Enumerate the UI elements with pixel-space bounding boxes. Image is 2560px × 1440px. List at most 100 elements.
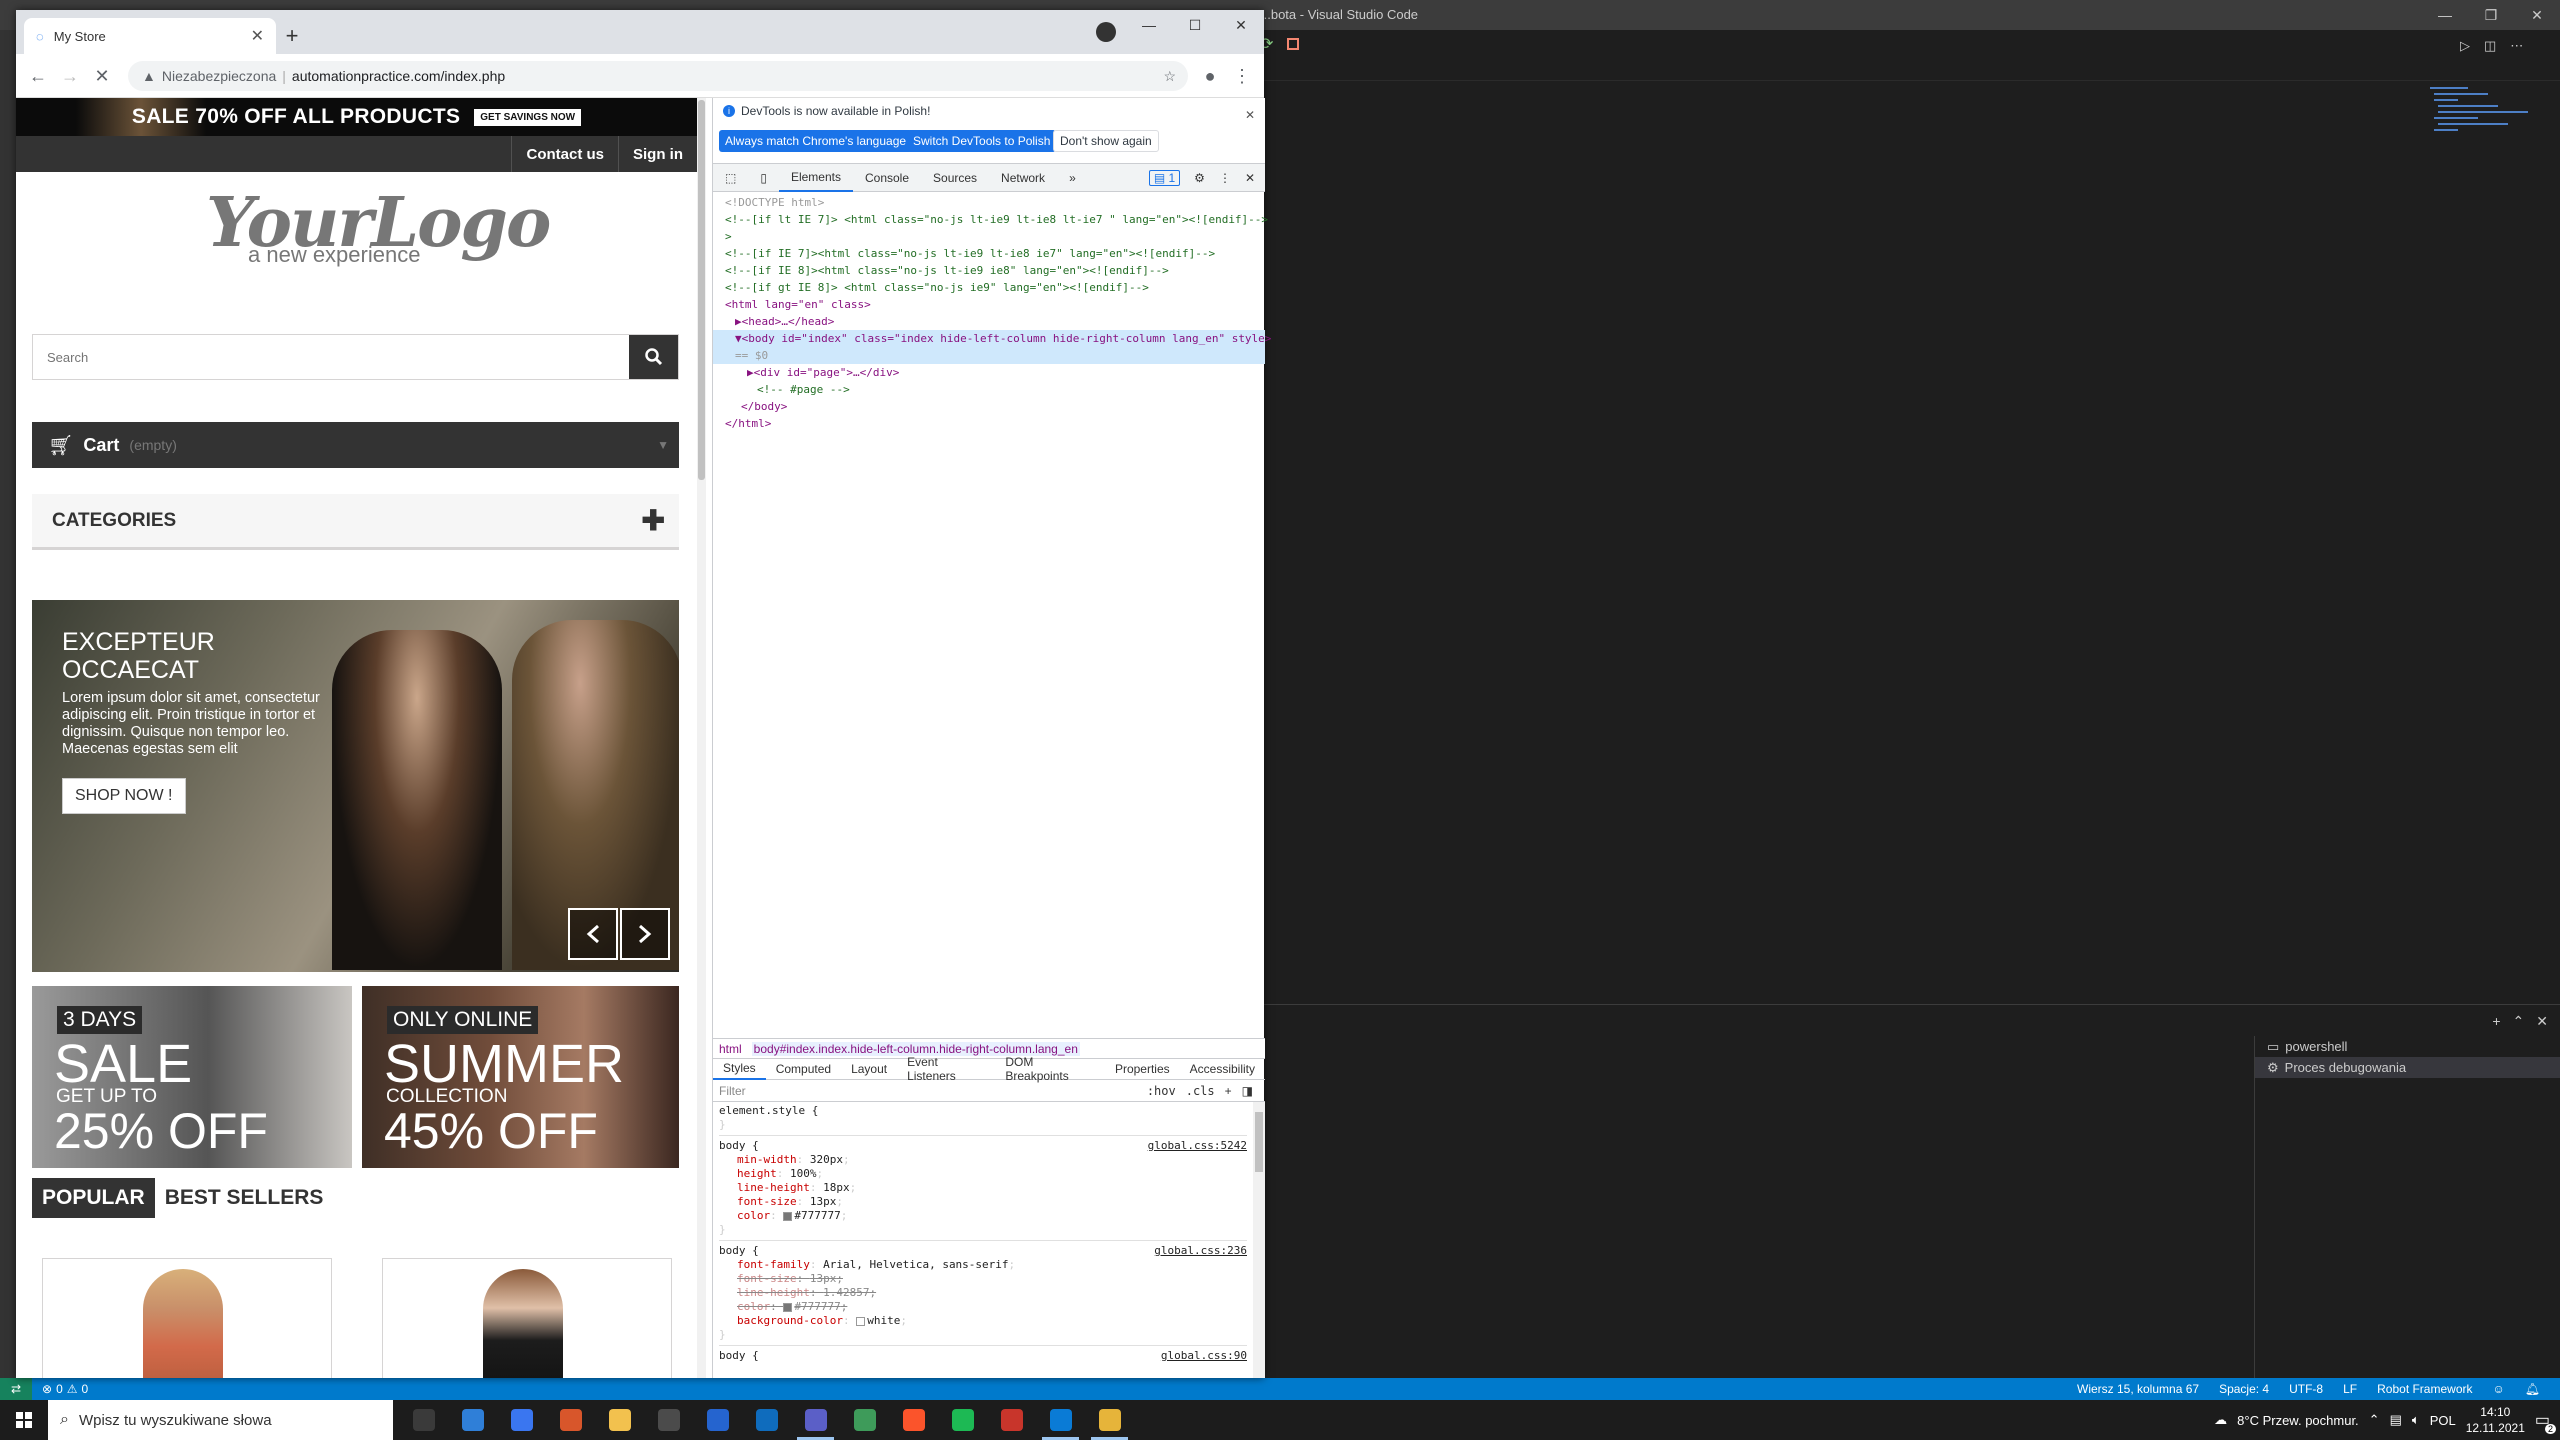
dom-line[interactable]: <!--[if lt IE 7]> <html class="no-js lt-…: [713, 211, 1268, 228]
notifications-icon[interactable]: 🔔︎: [2525, 1382, 2540, 1396]
chrome-maximize-button[interactable]: ☐: [1172, 10, 1218, 40]
not-secure-label[interactable]: Niezabezpieczona: [162, 68, 276, 84]
hover-state-toggle[interactable]: :hov: [1147, 1084, 1176, 1098]
chrome-close-button[interactable]: ✕: [1218, 10, 1264, 40]
plus-icon[interactable]: ✚: [642, 504, 665, 537]
css-rule[interactable]: body {global.css:5242 min-width: 320px; …: [719, 1139, 1247, 1241]
tab-elements[interactable]: Elements: [778, 164, 853, 192]
action-center-icon[interactable]: ▭ 2: [2535, 1410, 2556, 1434]
tab-sources[interactable]: Sources: [921, 164, 989, 192]
dom-line[interactable]: <!DOCTYPE html>: [713, 194, 1265, 211]
rule-source-link[interactable]: global.css:5242: [1148, 1139, 1247, 1153]
contact-us-link[interactable]: Contact us: [511, 136, 618, 172]
taskbar-app-brave[interactable]: [889, 1400, 938, 1440]
forward-button[interactable]: →: [56, 62, 84, 90]
color-swatch[interactable]: [783, 1211, 793, 1221]
computed-sidebar-icon[interactable]: ◨: [1242, 1084, 1253, 1098]
taskbar-app-teams[interactable]: [791, 1400, 840, 1440]
taskbar-app-signal[interactable]: [497, 1400, 546, 1440]
maximize-panel-icon[interactable]: ⌃: [2513, 1013, 2525, 1030]
categories-block[interactable]: CATEGORIES ✚: [32, 494, 679, 550]
rule-source-link[interactable]: global.css:236: [1154, 1244, 1247, 1258]
taskbar-app-todo[interactable]: [693, 1400, 742, 1440]
css-declaration[interactable]: color: #777777;: [719, 1209, 1247, 1223]
not-secure-icon[interactable]: ▲: [142, 68, 156, 84]
taskbar-app-app-green[interactable]: [840, 1400, 889, 1440]
taskbar-app-task-view[interactable]: [399, 1400, 448, 1440]
indentation[interactable]: Spacje: 4: [2219, 1382, 2269, 1396]
close-tab-icon[interactable]: ✕: [251, 26, 264, 46]
taskbar-app-app-red[interactable]: [987, 1400, 1036, 1440]
homepage-slider[interactable]: EXCEPTEUR OCCAECAT Lorem ipsum dolor sit…: [32, 600, 679, 972]
styles-pane[interactable]: element.style { } body {global.css:5242 …: [713, 1102, 1253, 1378]
slider-next-button[interactable]: [620, 908, 670, 960]
dom-line[interactable]: <!--[if IE 7]><html class="no-js lt-ie9 …: [713, 245, 1265, 262]
css-rule[interactable]: body {global.css:236 font-family: Arial,…: [719, 1244, 1247, 1346]
encoding[interactable]: UTF-8: [2289, 1382, 2323, 1396]
more-tabs-icon[interactable]: »: [1057, 164, 1088, 192]
remote-icon[interactable]: ⇄: [0, 1378, 32, 1400]
vscode-close-button[interactable]: ✕: [2514, 0, 2560, 30]
settings-gear-icon[interactable]: ⚙: [1194, 171, 1205, 185]
dom-line[interactable]: <!--[if gt IE 8]> <html class="no-js ie9…: [713, 279, 1265, 296]
bookmark-star-icon[interactable]: ☆: [1163, 68, 1176, 85]
end-of-line[interactable]: LF: [2343, 1382, 2357, 1396]
feedback-icon[interactable]: ☺: [2493, 1382, 2505, 1396]
tab-network[interactable]: Network: [989, 164, 1057, 192]
taskbar-app-spotify[interactable]: [938, 1400, 987, 1440]
dont-show-again-button[interactable]: Don't show again: [1053, 130, 1159, 152]
new-tab-button[interactable]: +: [278, 24, 306, 52]
stop-button[interactable]: ✕: [88, 62, 116, 90]
subtab-styles[interactable]: Styles: [713, 1058, 766, 1080]
product-card[interactable]: [42, 1258, 332, 1378]
subtab-computed[interactable]: Computed: [766, 1058, 841, 1080]
clock[interactable]: 14:10 12.11.2021: [2466, 1404, 2525, 1436]
subtab-properties[interactable]: Properties: [1105, 1058, 1180, 1080]
language-mode[interactable]: Robot Framework: [2377, 1382, 2472, 1396]
element-style-rule[interactable]: element.style { }: [719, 1104, 1247, 1136]
inspect-element-icon[interactable]: ⬚: [713, 164, 748, 192]
device-toolbar-icon[interactable]: ▯: [748, 164, 779, 192]
styles-filter-input[interactable]: Filter: [719, 1084, 746, 1098]
product-card[interactable]: [382, 1258, 672, 1378]
switch-language-button[interactable]: Switch DevTools to Polish: [907, 130, 1057, 152]
editor-area[interactable]: [1264, 80, 2560, 1000]
shop-now-button[interactable]: SHOP NOW !: [62, 778, 186, 814]
class-toggle[interactable]: .cls: [1186, 1084, 1215, 1098]
taskbar-app-remote-desktop[interactable]: [644, 1400, 693, 1440]
dom-line[interactable]: <!--[if IE 8]><html class="no-js lt-ie9 …: [713, 262, 1265, 279]
browser-tab[interactable]: ◌ My Store ✕: [24, 18, 276, 54]
more-options-icon[interactable]: ⋮: [1219, 171, 1231, 185]
problems-indicator[interactable]: ⊗ 0 ⚠ 0: [32, 1382, 88, 1396]
subtab-accessibility[interactable]: Accessibility: [1180, 1058, 1265, 1080]
sign-in-link[interactable]: Sign in: [618, 136, 697, 172]
split-editor-icon[interactable]: ◫: [2484, 38, 2496, 54]
dom-line[interactable]: ▶<head>…</head>: [713, 313, 1265, 330]
close-icon[interactable]: ✕: [1245, 108, 1255, 122]
sale-banner[interactable]: SALE 70% OFF ALL PRODUCTS GET SAVINGS NO…: [16, 98, 697, 136]
css-declaration-overridden[interactable]: line-height: 1.42857;: [719, 1286, 1247, 1300]
dom-line[interactable]: <!-- #page -->: [713, 381, 1265, 398]
run-icon[interactable]: ▷: [2460, 38, 2470, 54]
volume-icon[interactable]: 🔈︎: [2412, 1412, 2420, 1428]
issues-badge[interactable]: ▤ 1: [1148, 169, 1181, 186]
start-button[interactable]: [0, 1400, 48, 1440]
dom-line[interactable]: </html>: [713, 415, 1265, 432]
css-declaration[interactable]: font-size: 13px;: [719, 1195, 1247, 1209]
match-language-button[interactable]: Always match Chrome's language: [719, 130, 913, 152]
css-declaration[interactable]: min-width: 320px;: [719, 1153, 1247, 1167]
styles-scrollbar[interactable]: [1253, 1102, 1265, 1378]
new-terminal-icon[interactable]: +: [2492, 1013, 2500, 1030]
taskbar-app-vscode[interactable]: [1036, 1400, 1085, 1440]
css-declaration[interactable]: height: 100%;: [719, 1167, 1247, 1181]
debug-stop-icon[interactable]: [1287, 38, 1300, 50]
terminal-item-powershell[interactable]: ▭ powershell: [2255, 1036, 2560, 1057]
minimap[interactable]: [2428, 84, 2560, 154]
taskbar-app-outlook[interactable]: [742, 1400, 791, 1440]
tab-popular[interactable]: POPULAR: [32, 1178, 155, 1218]
css-declaration[interactable]: line-height: 18px;: [719, 1181, 1247, 1195]
subtab-dom-breakpoints[interactable]: DOM Breakpoints: [995, 1055, 1105, 1083]
css-rule[interactable]: body {global.css:90: [719, 1349, 1247, 1363]
promo-banner-sale[interactable]: 3 DAYS SALE GET UP TO 25% OFF: [32, 986, 352, 1168]
breadcrumb-item[interactable]: body#index.index.hide-left-column.hide-r…: [751, 1041, 1080, 1056]
